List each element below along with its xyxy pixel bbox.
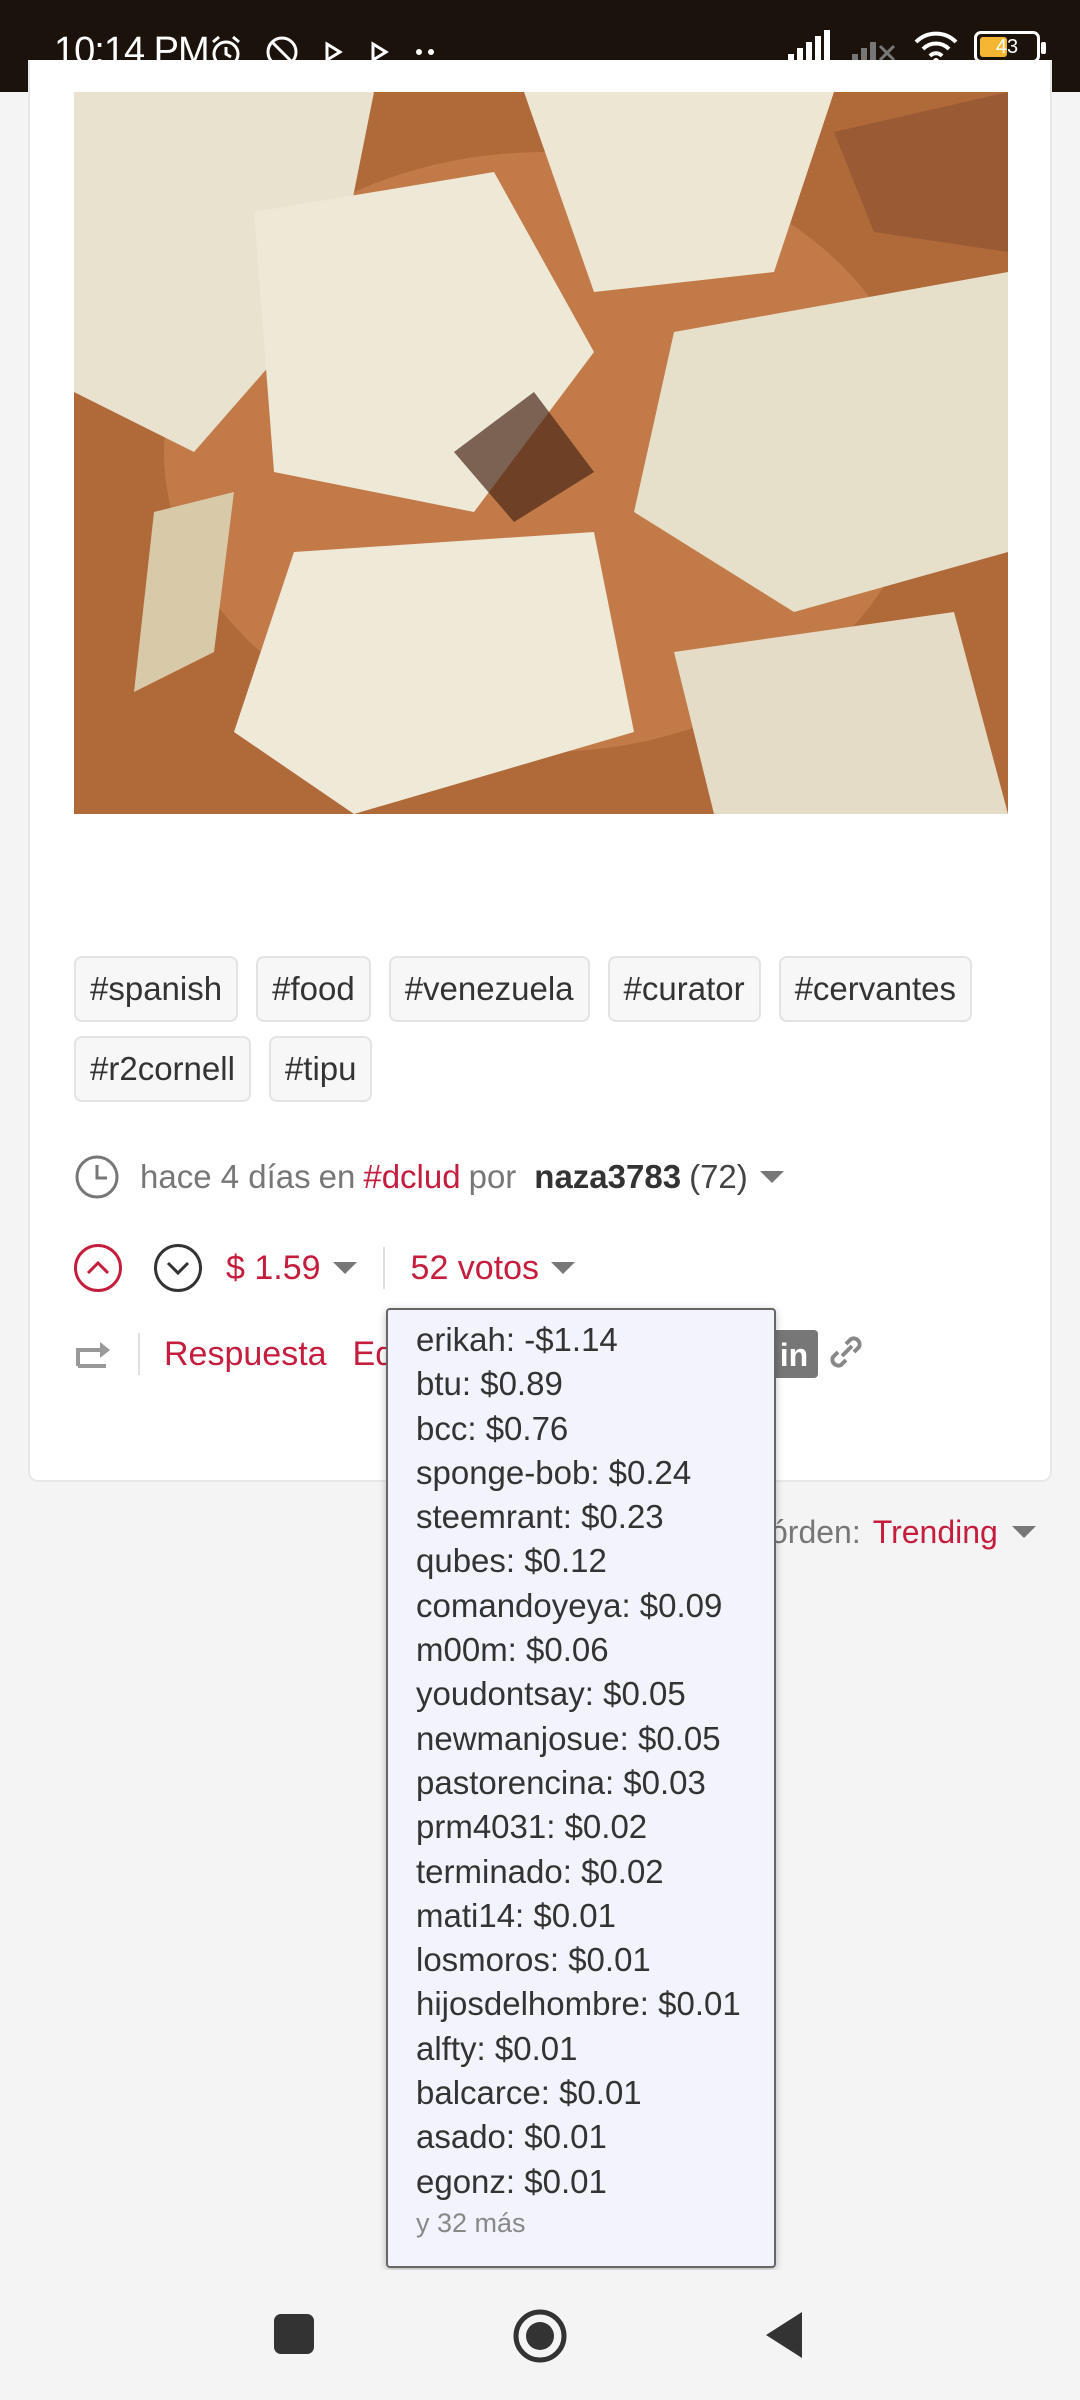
linkedin-share-icon[interactable]: in bbox=[770, 1330, 818, 1378]
author-reputation: (72) bbox=[689, 1158, 748, 1195]
reblog-icon[interactable] bbox=[74, 1336, 116, 1372]
voter-item[interactable]: pastorencina: $0.03 bbox=[416, 1761, 774, 1805]
clock-icon bbox=[75, 1155, 119, 1199]
voters-dropdown: erikah: -$1.14 btu: $0.89 bcc: $0.76 spo… bbox=[386, 1308, 776, 2268]
actions-divider bbox=[138, 1333, 140, 1375]
post-category[interactable]: #dclud bbox=[363, 1158, 460, 1196]
more-voters: y 32 más bbox=[416, 2207, 526, 2238]
tag-r2cornell[interactable]: #r2cornell bbox=[74, 1036, 251, 1102]
post-image[interactable] bbox=[74, 92, 1008, 814]
reply-link[interactable]: Respuesta bbox=[164, 1335, 327, 1374]
votes-caret-icon bbox=[551, 1262, 576, 1274]
voter-item[interactable]: btu: $0.89 bbox=[416, 1362, 774, 1406]
sort-caret-icon bbox=[1011, 1526, 1036, 1538]
signal-no-service-icon bbox=[852, 42, 896, 62]
sort-selector[interactable]: órden: Trending bbox=[770, 1508, 1036, 1556]
tag-curator[interactable]: #curator bbox=[607, 956, 761, 1022]
payout-dropdown[interactable]: $ 1.59 bbox=[226, 1249, 357, 1288]
chevron-up-icon bbox=[86, 1260, 110, 1275]
voter-item[interactable]: qubes: $0.12 bbox=[416, 1539, 774, 1583]
voter-item[interactable]: terminado: $0.02 bbox=[416, 1850, 774, 1894]
voter-item[interactable]: asado: $0.01 bbox=[416, 2115, 774, 2159]
voter-item[interactable]: sponge-bob: $0.24 bbox=[416, 1451, 774, 1495]
tag-venezuela[interactable]: #venezuela bbox=[388, 956, 590, 1022]
voter-item[interactable]: comandoyeya: $0.09 bbox=[416, 1584, 774, 1628]
payout-value: $ 1.59 bbox=[226, 1248, 321, 1287]
post-meta: hace 4 días en #dclud por naza3783 (72) bbox=[74, 1152, 784, 1202]
back-icon[interactable] bbox=[762, 2310, 806, 2360]
vote-divider bbox=[382, 1247, 385, 1289]
voter-item[interactable]: prm4031: $0.02 bbox=[416, 1805, 774, 1849]
payout-caret-icon bbox=[332, 1262, 357, 1274]
tag-spanish[interactable]: #spanish bbox=[74, 956, 239, 1022]
votes-dropdown[interactable]: 52 votos bbox=[411, 1249, 576, 1288]
copy-link-icon[interactable] bbox=[824, 1330, 868, 1374]
author-menu-caret-icon[interactable] bbox=[759, 1171, 784, 1183]
voter-item[interactable]: losmoros: $0.01 bbox=[416, 1938, 774, 1982]
in-word: en bbox=[318, 1158, 356, 1195]
vote-bar: $ 1.59 52 votos bbox=[74, 1240, 576, 1296]
voter-item[interactable]: steemrant: $0.23 bbox=[416, 1495, 774, 1539]
voter-item[interactable]: newmanjosue: $0.05 bbox=[416, 1717, 774, 1761]
upvote-button[interactable] bbox=[74, 1244, 122, 1292]
sort-label: órden: bbox=[770, 1513, 861, 1550]
voter-item[interactable]: mati14: $0.01 bbox=[416, 1894, 774, 1938]
voter-item[interactable]: erikah: -$1.14 bbox=[416, 1318, 774, 1362]
food-photo bbox=[74, 92, 1008, 814]
voter-item[interactable]: egonz: $0.01 bbox=[416, 2160, 774, 2204]
votes-count: 52 votos bbox=[410, 1248, 540, 1287]
recents-icon[interactable] bbox=[272, 2312, 316, 2356]
voter-item[interactable]: m00m: $0.06 bbox=[416, 1628, 774, 1672]
post-actions: Respuesta Edi bbox=[74, 1326, 402, 1382]
tag-list: #spanish #food #venezuela #curator #cerv… bbox=[74, 956, 1014, 1102]
tag-food[interactable]: #food bbox=[256, 956, 371, 1022]
post-author[interactable]: naza3783 bbox=[534, 1158, 681, 1196]
post-age[interactable]: hace 4 días bbox=[140, 1158, 311, 1196]
signal-icon bbox=[788, 30, 830, 62]
voter-item[interactable]: balcarce: $0.01 bbox=[416, 2071, 774, 2115]
sort-value: Trending bbox=[872, 1513, 998, 1550]
voter-item[interactable]: alfty: $0.01 bbox=[416, 2027, 774, 2071]
chevron-down-icon bbox=[166, 1261, 190, 1276]
voter-item[interactable]: hijosdelhombre: $0.01 bbox=[416, 1982, 774, 2026]
system-nav-bar bbox=[0, 2270, 1080, 2400]
wifi-icon bbox=[914, 31, 958, 64]
home-icon[interactable] bbox=[512, 2308, 568, 2364]
battery-level: 43 bbox=[995, 36, 1019, 58]
voter-item[interactable]: bcc: $0.76 bbox=[416, 1407, 774, 1451]
by-word: por bbox=[468, 1158, 517, 1195]
status-right-icons: 43 bbox=[786, 30, 1046, 64]
voter-item[interactable]: youdontsay: $0.05 bbox=[416, 1672, 774, 1716]
downvote-button[interactable] bbox=[154, 1244, 202, 1292]
battery-icon: 43 bbox=[974, 31, 1046, 63]
tag-tipu[interactable]: #tipu bbox=[268, 1036, 373, 1102]
tag-cervantes[interactable]: #cervantes bbox=[778, 956, 973, 1022]
